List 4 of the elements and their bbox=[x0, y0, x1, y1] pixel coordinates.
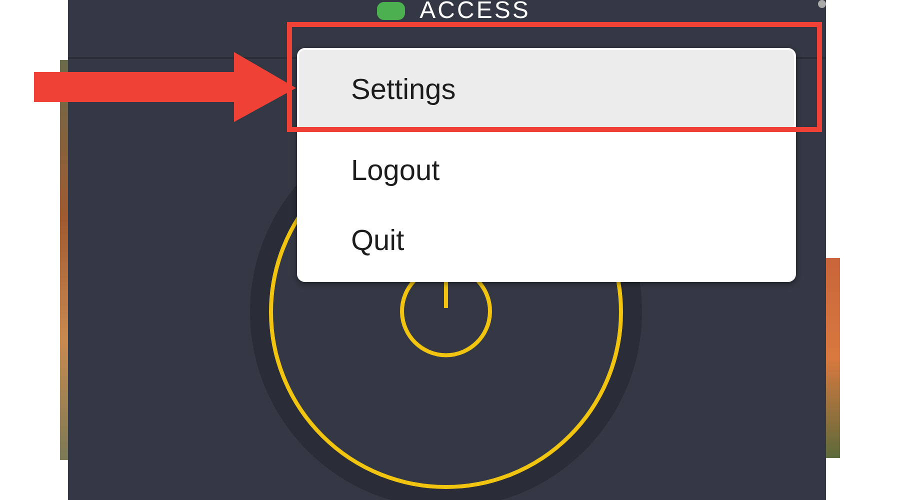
menu-item[interactable]: Settings bbox=[299, 50, 794, 130]
app-title: ACCESS bbox=[420, 0, 530, 22]
menu-item[interactable]: Logout bbox=[299, 136, 794, 206]
menu-item[interactable]: Quit bbox=[299, 206, 794, 276]
